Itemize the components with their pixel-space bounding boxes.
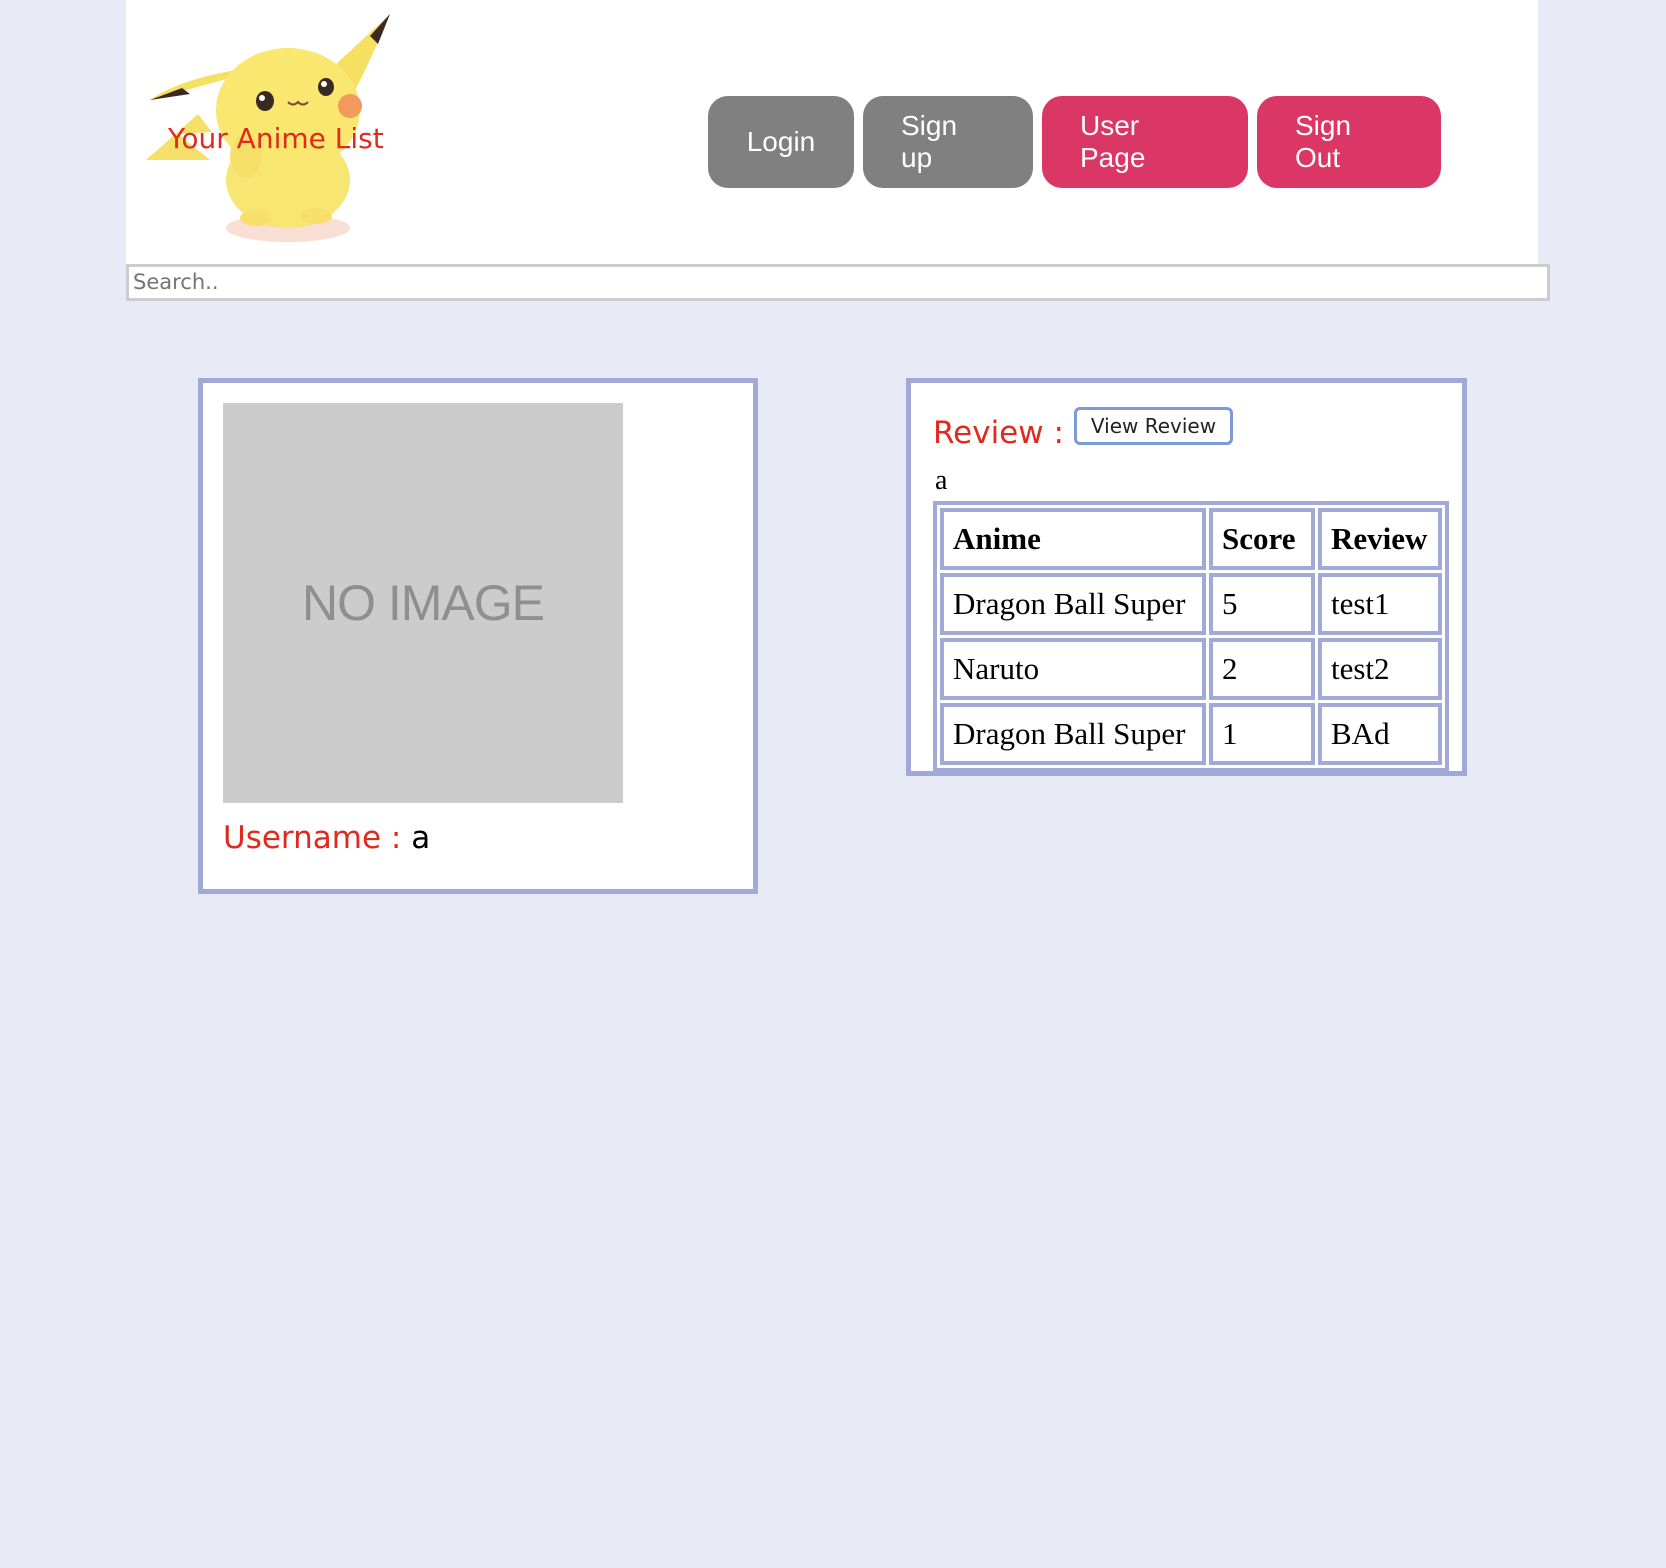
table-row: Naruto 2 test2 — [940, 638, 1442, 700]
review-cell: BAd — [1318, 703, 1442, 765]
score-cell: 1 — [1209, 703, 1315, 765]
review-header: Review : View Review — [933, 407, 1234, 451]
login-button[interactable]: Login — [708, 96, 854, 188]
review-card: Review : View Review a Anime Score Revie… — [906, 378, 1467, 776]
reviews-table: Anime Score Review Dragon Ball Super 5 t… — [933, 501, 1449, 772]
logo-text: Your Anime List — [168, 122, 384, 155]
view-review-button[interactable]: View Review — [1073, 407, 1234, 445]
anime-cell: Naruto — [940, 638, 1206, 700]
anime-cell: Dragon Ball Super — [940, 573, 1206, 635]
column-header-score: Score — [1209, 508, 1315, 570]
review-cell: test1 — [1318, 573, 1442, 635]
score-cell: 5 — [1209, 573, 1315, 635]
site-logo[interactable]: Your Anime List — [138, 10, 408, 255]
table-header-row: Anime Score Review — [940, 508, 1442, 570]
no-image-text: NO IMAGE — [301, 575, 545, 631]
profile-card: NO IMAGE Username : a — [198, 378, 758, 894]
username-value: a — [411, 820, 431, 856]
table-row: Dragon Ball Super 5 test1 — [940, 573, 1442, 635]
username-row: Username : a — [223, 820, 430, 856]
username-label: Username : — [223, 820, 402, 856]
column-header-anime: Anime — [940, 508, 1206, 570]
anime-cell: Dragon Ball Super — [940, 703, 1206, 765]
signup-button[interactable]: Sign up — [863, 96, 1033, 188]
review-label: Review : — [933, 415, 1064, 451]
review-user: a — [935, 465, 948, 496]
profile-image-placeholder: NO IMAGE — [223, 403, 623, 803]
site-header: Your Anime List Login Sign up User Page … — [126, 0, 1538, 264]
table-row: Dragon Ball Super 1 BAd — [940, 703, 1442, 765]
review-cell: test2 — [1318, 638, 1442, 700]
top-nav: Login Sign up User Page Sign Out — [708, 96, 1441, 188]
sign-out-button[interactable]: Sign Out — [1257, 96, 1441, 188]
column-header-review: Review — [1318, 508, 1442, 570]
search-input[interactable]: Search.. — [126, 264, 1550, 301]
score-cell: 2 — [1209, 638, 1315, 700]
user-page-button[interactable]: User Page — [1042, 96, 1248, 188]
